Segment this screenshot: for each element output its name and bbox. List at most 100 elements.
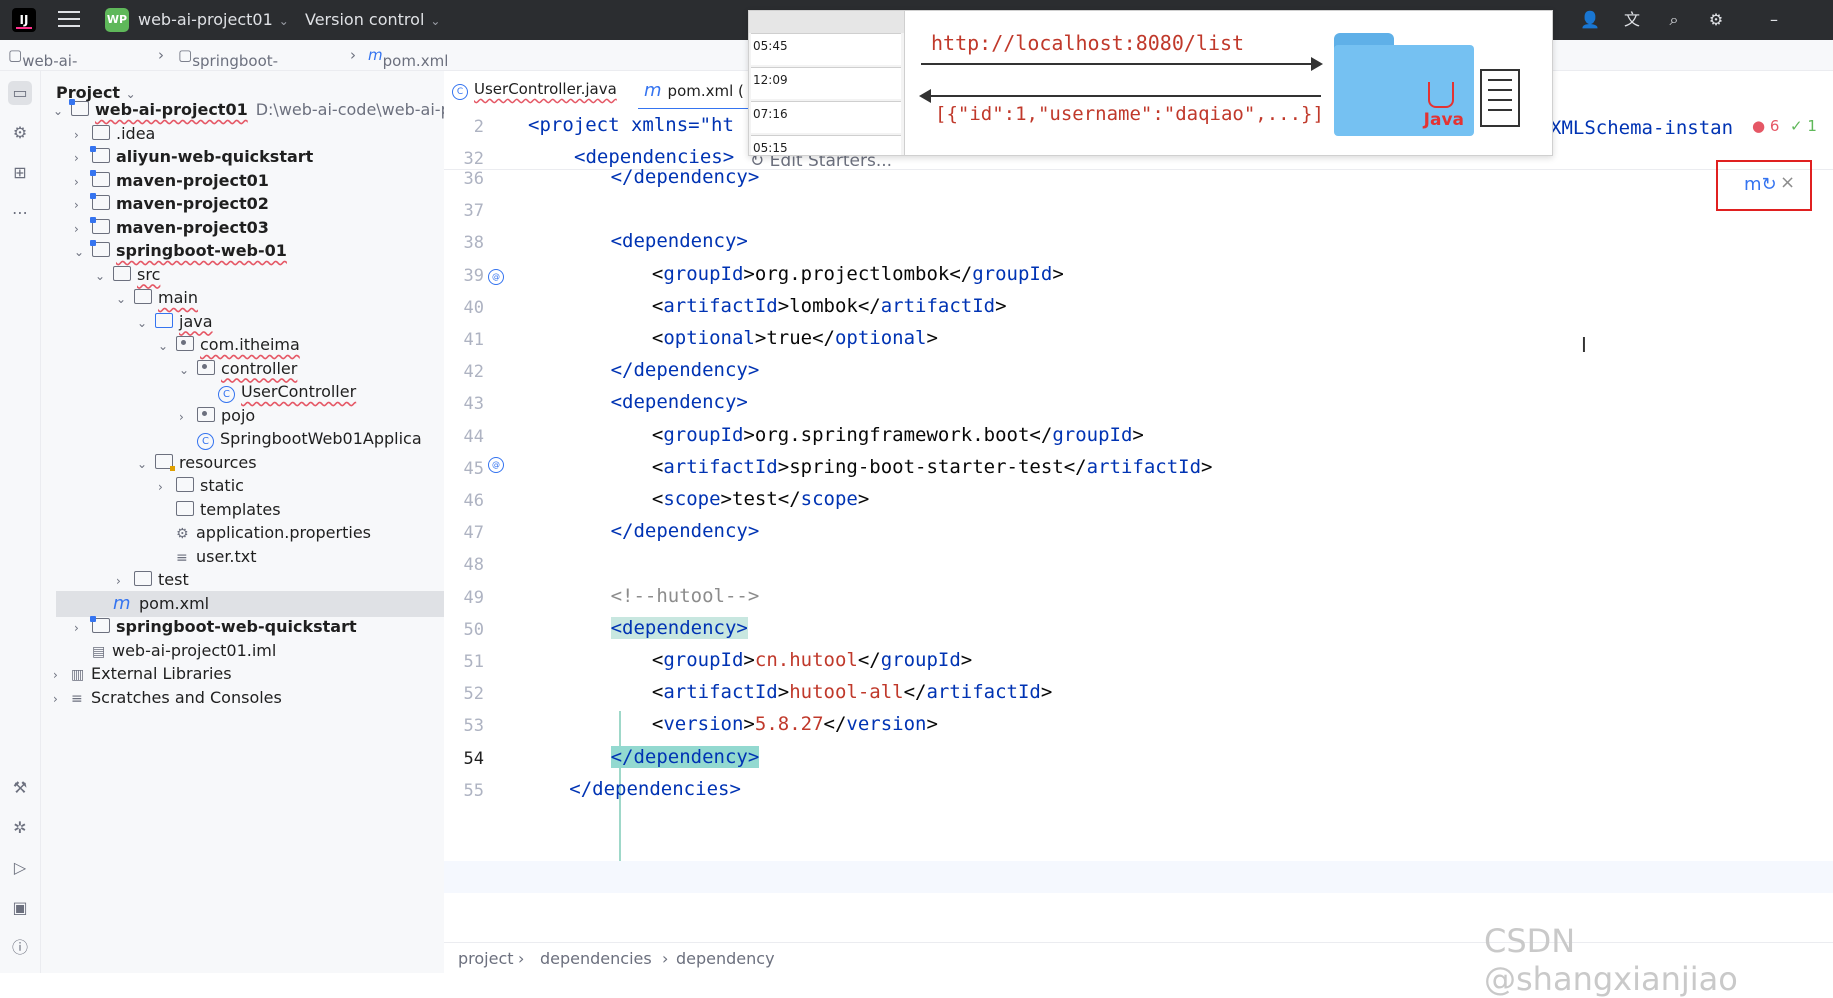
- time-row[interactable]: 07:16: [751, 101, 901, 133]
- document-icon: [1480, 69, 1520, 127]
- line-number: 44: [463, 426, 484, 447]
- tree-item[interactable]: › springboot-web-quickstart: [41, 614, 474, 640]
- code-line[interactable]: <!--hutool-->: [611, 585, 760, 607]
- watermark: CSDN @shangxianjiao: [1484, 922, 1738, 998]
- tag-name: groupId: [663, 262, 744, 285]
- json-response: [{"id":1,"username":"daqiao",...}]: [935, 103, 1324, 125]
- xml-tag: <dependency>: [610, 616, 748, 639]
- line-number: 38: [463, 233, 484, 254]
- code-line[interactable]: <groupId>org.springframework.boot</group…: [652, 424, 1144, 446]
- line-number: 39: [463, 265, 484, 286]
- code-line[interactable]: </dependency>: [610, 745, 760, 768]
- breadcrumb-item-project[interactable]: ▢ web-ai-project01: [8, 46, 93, 88]
- breadcrumb-separator: ›: [158, 46, 164, 64]
- terminal-icon[interactable]: ▣: [8, 896, 32, 920]
- project-switcher[interactable]: web-ai-project01 ⌄: [138, 10, 289, 29]
- tree-item[interactable]: ⌄ web-ai-project01 D:\web-ai-code\web-ai-p: [41, 97, 453, 123]
- debug-bug-icon[interactable]: ✲: [8, 816, 32, 840]
- minimize-icon[interactable]: –: [1764, 10, 1784, 30]
- xml-tag: <dependency>: [610, 391, 748, 414]
- tree-item-label: .idea: [116, 123, 156, 143]
- tree-item-label: maven-project01: [116, 170, 269, 190]
- translate-icon[interactable]: 文: [1622, 10, 1642, 30]
- line-number: 46: [463, 491, 484, 511]
- tree-item[interactable]: ⌄ src: [41, 262, 495, 288]
- check-indicator[interactable]: ✓ 1: [1790, 117, 1817, 135]
- add-user-icon[interactable]: 👤: [1580, 10, 1600, 30]
- code-line[interactable]: <artifactId>hutool-all</artifactId>: [652, 681, 1052, 703]
- tag-name: artifactId: [663, 455, 778, 478]
- xml-tag: </dependency>: [610, 359, 760, 382]
- more-icon[interactable]: ⋯: [8, 201, 32, 225]
- problems-icon[interactable]: ⓘ: [8, 936, 32, 960]
- tree-item[interactable]: › aliyun-web-quickstart: [41, 144, 474, 170]
- tree-item[interactable]: ⌄ springboot-web-01: [41, 238, 474, 264]
- code-line[interactable]: <scope>test</scope>: [652, 488, 869, 510]
- maven-reload-highlight: m↻ ×: [1716, 160, 1812, 211]
- intellij-logo-icon[interactable]: IJ: [12, 8, 36, 32]
- code-line[interactable]: <dependency>: [611, 391, 748, 413]
- tab-usercontroller[interactable]: C UserController.java: [452, 80, 617, 100]
- code-line[interactable]: <groupId>org.projectlombok</groupId>: [652, 263, 1064, 285]
- sticky-code-line[interactable]: <dependencies>: [574, 146, 734, 168]
- tag-name: artifactId: [926, 681, 1041, 704]
- search-icon[interactable]: ⌕: [1664, 10, 1684, 30]
- code-line[interactable]: <version>5.8.27</version>: [652, 713, 938, 735]
- code-line[interactable]: </dependency>: [611, 166, 760, 188]
- time-row[interactable]: 12:09: [751, 67, 901, 99]
- sticky-code-line[interactable]: <project xmlns="ht: [528, 114, 734, 136]
- tree-item[interactable]: › ≡ Scratches and Consoles: [41, 685, 453, 711]
- services-icon[interactable]: ⚙: [8, 121, 32, 145]
- override-gutter-icon[interactable]: @: [488, 269, 504, 285]
- tree-item[interactable]: › maven-project03: [41, 215, 474, 241]
- code-editor: C UserController.java m pom.xml ( 2 <proje…: [444, 71, 1833, 973]
- code-line[interactable]: <artifactId>spring-boot-starter-test</ar…: [652, 456, 1213, 478]
- code-line[interactable]: <optional>true</optional>: [652, 327, 938, 349]
- code-line[interactable]: </dependency>: [611, 359, 760, 381]
- tab-pom-xml[interactable]: m pom.xml (: [638, 80, 750, 111]
- folder-icon: [92, 124, 110, 140]
- tree-item[interactable]: ▤ web-ai-project01.iml: [41, 638, 474, 664]
- code-line[interactable]: <dependency>: [611, 230, 748, 252]
- tree-item[interactable]: › maven-project02: [41, 191, 474, 217]
- tree-item[interactable]: › maven-project01: [41, 168, 474, 194]
- module-folder-icon: [90, 240, 110, 257]
- code-line[interactable]: <artifactId>lombok</artifactId>: [652, 295, 1007, 317]
- code-line[interactable]: </dependency>: [611, 520, 760, 542]
- xml-tag: <dependency>: [610, 230, 748, 253]
- crumb-dependency[interactable]: dependency: [676, 949, 775, 968]
- code-line[interactable]: <dependency>: [610, 616, 748, 639]
- crumb-project[interactable]: project: [458, 949, 514, 968]
- settings-gear-icon[interactable]: ⚙: [1706, 10, 1726, 30]
- breadcrumb-item-module[interactable]: ▢ springboot-web-01: [178, 46, 278, 88]
- line-number: 45: [463, 458, 484, 479]
- code-line[interactable]: </dependencies>: [569, 778, 741, 800]
- tree-item-label: Scratches and Consoles: [91, 687, 282, 707]
- tree-item[interactable]: m pom.xml: [56, 590, 467, 617]
- folder-icon: [134, 571, 152, 586]
- version-control-menu[interactable]: Version control ⌄: [305, 10, 440, 29]
- crumb-dependencies[interactable]: dependencies: [540, 949, 652, 968]
- error-indicator[interactable]: ● 6: [1752, 117, 1779, 135]
- maven-reload-icon[interactable]: m↻: [1744, 174, 1777, 195]
- time-row[interactable]: 05:45: [751, 33, 901, 65]
- folder-icon: [113, 265, 131, 281]
- class-icon: C: [218, 386, 235, 403]
- breadcrumb-item-file[interactable]: m pom.xml: [368, 46, 448, 70]
- build-hammer-icon[interactable]: ⚒: [8, 776, 32, 800]
- chevron-right-icon[interactable]: ›: [53, 686, 67, 712]
- code-line[interactable]: <groupId>cn.hutool</groupId>: [652, 649, 972, 671]
- tree-item[interactable]: › ▥ External Libraries: [41, 661, 453, 687]
- structure-icon[interactable]: ⊞: [8, 161, 32, 185]
- module-folder-icon: [90, 193, 110, 210]
- tag-value: lombok: [789, 294, 858, 317]
- project-folder-icon[interactable]: ▭: [8, 81, 32, 105]
- main-menu-icon[interactable]: [58, 11, 80, 29]
- maven-icon: m: [113, 592, 131, 614]
- tree-item[interactable]: › .idea: [41, 121, 474, 147]
- close-icon[interactable]: ×: [1780, 172, 1795, 193]
- project-badge[interactable]: WP: [105, 8, 129, 32]
- time-row[interactable]: 05:15: [751, 135, 901, 155]
- run-services-icon[interactable]: ▷: [8, 856, 32, 880]
- override-gutter-icon[interactable]: @: [488, 457, 504, 473]
